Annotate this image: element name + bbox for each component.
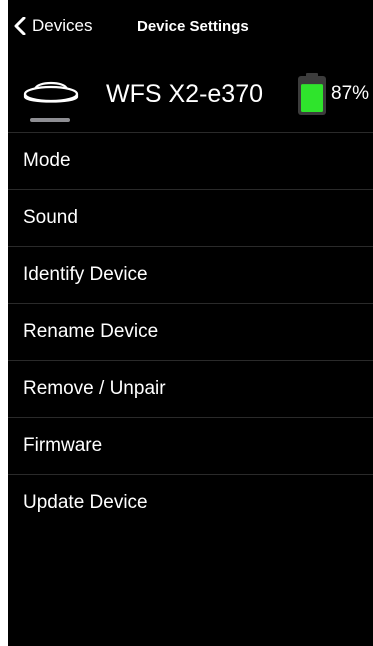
battery-icon: [298, 73, 326, 115]
chevron-left-icon: [14, 17, 26, 35]
page-title: Device Settings: [137, 18, 249, 35]
battery-percentage: 87%: [331, 83, 370, 104]
menu-item-sound[interactable]: Sound: [8, 190, 373, 247]
navigation-bar: Devices Device Settings: [8, 0, 373, 56]
menu-item-rename-device[interactable]: Rename Device: [8, 304, 373, 361]
back-label: Devices: [32, 16, 93, 35]
back-button[interactable]: Devices: [14, 16, 92, 36]
menu-item-identify-device[interactable]: Identify Device: [8, 247, 373, 304]
device-indicator-bar: [30, 118, 70, 122]
settings-menu: Mode Sound Identify Device Rename Device…: [8, 133, 373, 531]
menu-item-firmware[interactable]: Firmware: [8, 418, 373, 475]
device-header: WFS X2-e370 87%: [8, 56, 373, 133]
device-settings-screen: Devices Device Settings WFS X2-e370 87% …: [8, 0, 373, 646]
menu-item-mode[interactable]: Mode: [8, 133, 373, 190]
menu-item-update-device[interactable]: Update Device: [8, 475, 373, 531]
battery-level-fill: [301, 84, 323, 112]
device-name: WFS X2-e370: [106, 80, 264, 108]
menu-item-remove-unpair[interactable]: Remove / Unpair: [8, 361, 373, 418]
weight-scale-device-icon: [23, 81, 79, 103]
